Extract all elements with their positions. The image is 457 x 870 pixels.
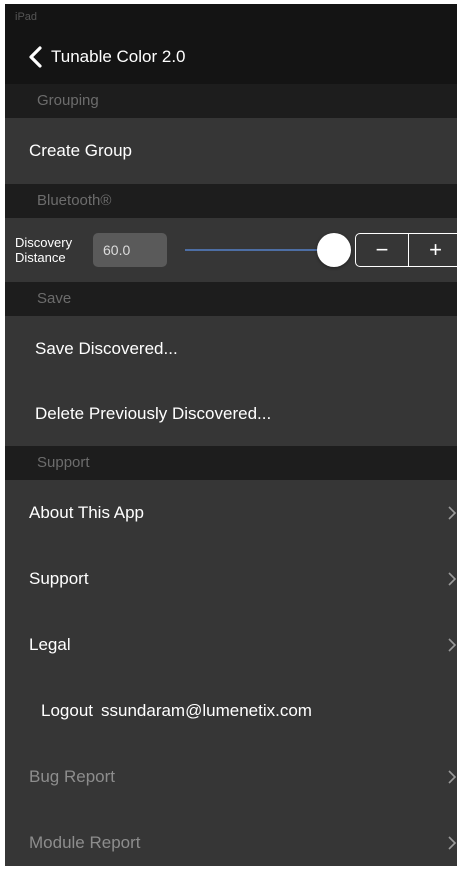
- create-group-row[interactable]: Create Group: [5, 118, 457, 184]
- save-discovered-row[interactable]: Save Discovered...: [5, 316, 457, 382]
- section-header-support: Support: [5, 446, 457, 480]
- discovery-distance-label-line1: Discovery: [15, 235, 73, 250]
- chevron-right-icon: [448, 770, 457, 784]
- support-label: Support: [29, 569, 89, 588]
- legal-label: Legal: [29, 635, 71, 654]
- settings-screen: iPad Tunable Color 2.0 Grouping Create G…: [5, 4, 457, 866]
- back-button-label: Tunable Color 2.0: [51, 47, 186, 66]
- delete-discovered-label: Delete Previously Discovered...: [35, 404, 272, 423]
- module-report-row[interactable]: Module Report: [5, 810, 457, 866]
- logout-label: Logout: [41, 701, 93, 720]
- section-header-grouping: Grouping: [5, 84, 457, 118]
- status-bar: iPad: [5, 4, 457, 30]
- section-header-save: Save: [5, 282, 457, 316]
- chevron-right-icon: [448, 638, 457, 652]
- section-header-bluetooth: Bluetooth®: [5, 184, 457, 218]
- logout-user-email: ssundaram@lumenetix.com: [101, 701, 312, 720]
- module-report-label: Module Report: [29, 833, 141, 852]
- legal-row[interactable]: Legal: [5, 612, 457, 678]
- logout-row[interactable]: Logout ssundaram@lumenetix.com: [5, 678, 457, 744]
- chevron-right-icon: [448, 572, 457, 586]
- about-app-label: About This App: [29, 503, 144, 522]
- bug-report-label: Bug Report: [29, 767, 115, 786]
- chevron-left-icon: [29, 46, 42, 68]
- support-row[interactable]: Support: [5, 546, 457, 612]
- stepper-increment-button[interactable]: +: [409, 234, 457, 266]
- back-button[interactable]: Tunable Color 2.0: [27, 46, 186, 68]
- discovery-distance-label: Discovery Distance: [15, 235, 91, 265]
- discovery-distance-stepper: − +: [355, 233, 457, 267]
- delete-discovered-row[interactable]: Delete Previously Discovered...: [5, 382, 457, 446]
- discovery-distance-slider-thumb[interactable]: [317, 233, 351, 267]
- navigation-bar: Tunable Color 2.0: [5, 30, 457, 84]
- discovery-distance-row: Discovery Distance 60.0 − +: [5, 218, 457, 282]
- stepper-decrement-button[interactable]: −: [356, 234, 410, 266]
- discovery-distance-input[interactable]: 60.0: [93, 233, 167, 267]
- bug-report-row[interactable]: Bug Report: [5, 744, 457, 810]
- discovery-distance-label-line2: Distance: [15, 250, 66, 265]
- status-bar-device: iPad: [15, 11, 38, 23]
- chevron-right-icon: [448, 836, 457, 850]
- about-app-row[interactable]: About This App: [5, 480, 457, 546]
- create-group-label: Create Group: [29, 141, 132, 160]
- chevron-right-icon: [448, 506, 457, 520]
- save-discovered-label: Save Discovered...: [35, 339, 178, 358]
